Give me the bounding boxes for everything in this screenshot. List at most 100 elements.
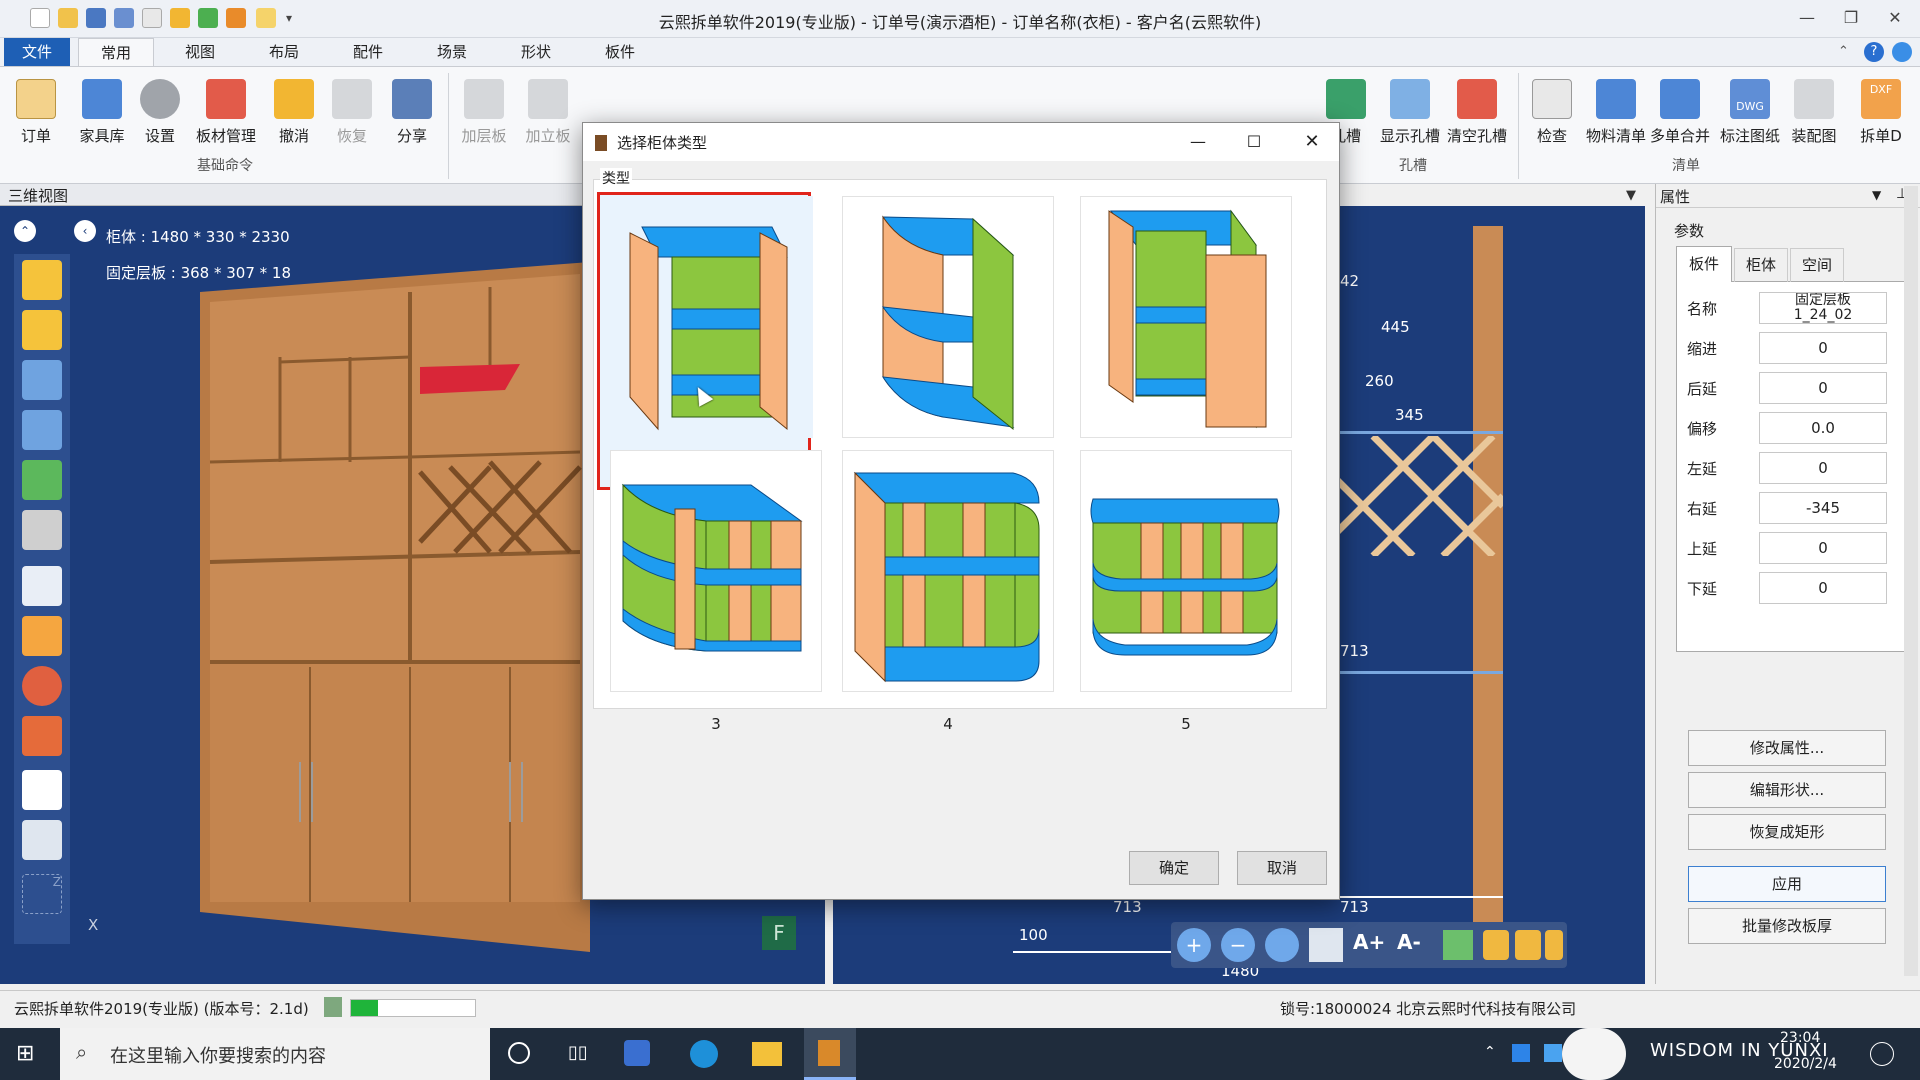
file-explorer-icon[interactable] bbox=[752, 1042, 782, 1066]
apply-button[interactable]: 应用 bbox=[1688, 866, 1886, 902]
windows-start-icon[interactable]: ⊞ bbox=[16, 1042, 40, 1066]
collapse-ribbon-icon[interactable]: ⌃ bbox=[1838, 44, 1849, 59]
restore-rectangle-button[interactable]: 恢复成矩形 bbox=[1688, 814, 1886, 850]
notification-icon[interactable] bbox=[1870, 1042, 1894, 1066]
tab-layout[interactable]: 布局 bbox=[250, 38, 318, 66]
clear-holes-button[interactable]: 清空孔槽 bbox=[1444, 73, 1510, 153]
help-icon[interactable]: ? bbox=[1864, 42, 1884, 62]
dialog-minimize-icon[interactable]: — bbox=[1183, 127, 1213, 157]
prop-row-top-ext: 上延 0 bbox=[1687, 532, 1912, 564]
back-icon[interactable]: ‹ bbox=[74, 220, 96, 242]
cabinet-type-option-0[interactable]: 0 bbox=[597, 192, 813, 490]
taskbar-search[interactable]: ⌕ 在这里输入你要搜索的内容 bbox=[60, 1028, 490, 1080]
edge-icon[interactable] bbox=[690, 1040, 718, 1068]
tab-common[interactable]: 常用 bbox=[78, 38, 154, 66]
mark-drawing-button[interactable]: DWG 标注图纸 bbox=[1718, 73, 1782, 153]
collapse-toolbar-icon[interactable]: ⌃ bbox=[14, 220, 36, 242]
puzzle-add-icon[interactable] bbox=[22, 260, 62, 300]
dialog-maximize-icon[interactable]: ☐ bbox=[1239, 127, 1269, 157]
prop-indent-value[interactable]: 0 bbox=[1759, 332, 1887, 364]
tray-icon[interactable] bbox=[1544, 1044, 1562, 1062]
cabinet-type-option-3[interactable]: 3 bbox=[609, 449, 823, 747]
modify-properties-button[interactable]: 修改属性... bbox=[1688, 730, 1886, 766]
cortana-icon[interactable] bbox=[508, 1042, 530, 1064]
close-icon[interactable]: ✕ bbox=[1880, 6, 1910, 30]
cabinet-type-thumbnail bbox=[1080, 450, 1292, 692]
assembly-button[interactable]: 装配图 bbox=[1784, 73, 1844, 153]
warning-list-icon[interactable] bbox=[22, 566, 62, 606]
task-view-icon[interactable]: ▯▯ bbox=[568, 1042, 588, 1063]
cancel-button[interactable]: 取消 bbox=[1237, 851, 1327, 885]
font-increase-button[interactable]: A+ bbox=[1353, 930, 1385, 954]
axis-cube-icon[interactable]: Z bbox=[22, 874, 62, 914]
recycle-icon[interactable] bbox=[1443, 930, 1473, 960]
add-vertical-board-button[interactable]: 加立板 bbox=[516, 73, 580, 153]
merge-orders-button[interactable]: 多单合并 bbox=[1648, 73, 1712, 153]
zoom-fit-icon[interactable] bbox=[1265, 928, 1299, 962]
batch-modify-thickness-button[interactable]: 批量修改板厚 bbox=[1688, 908, 1886, 944]
share-button[interactable]: 分享 bbox=[386, 73, 438, 153]
edit-shape-button[interactable]: 编辑形状... bbox=[1688, 772, 1886, 808]
app-icon[interactable] bbox=[624, 1040, 650, 1066]
tab-file[interactable]: 文件 bbox=[4, 38, 70, 66]
tab-shape[interactable]: 形状 bbox=[502, 38, 570, 66]
furniture-library-button[interactable]: 家具库 bbox=[70, 73, 134, 153]
bar-chart-icon[interactable] bbox=[22, 716, 62, 756]
check-button[interactable]: 检查 bbox=[1528, 73, 1576, 153]
pie-chart-icon[interactable] bbox=[22, 666, 62, 706]
tab-cabinet[interactable]: 柜体 bbox=[1734, 248, 1788, 282]
prop-offset-value[interactable]: 0.0 bbox=[1759, 412, 1887, 444]
undo-button[interactable]: 撤消 bbox=[268, 73, 320, 153]
tray-arrow-icon[interactable]: ⌃ bbox=[1484, 1044, 1496, 1060]
lock-icon[interactable] bbox=[1483, 930, 1509, 960]
tab-accessories[interactable]: 配件 bbox=[334, 38, 402, 66]
right-scrollbar[interactable] bbox=[1904, 186, 1918, 976]
prop-right-ext-value[interactable]: -345 bbox=[1759, 492, 1887, 524]
puzzle-remove-icon[interactable] bbox=[22, 310, 62, 350]
font-decrease-button[interactable]: A- bbox=[1397, 930, 1421, 954]
cabinet-type-option-4[interactable]: 4 bbox=[841, 449, 1055, 747]
tab-board[interactable]: 板件 bbox=[1676, 246, 1732, 282]
dialog-close-icon[interactable]: ✕ bbox=[1297, 127, 1327, 157]
settings-button[interactable]: 设置 bbox=[134, 73, 186, 153]
material-list-button[interactable]: 物料清单 bbox=[1584, 73, 1648, 153]
tab-space[interactable]: 空间 bbox=[1790, 248, 1844, 282]
board-management-button[interactable]: 板材管理 bbox=[186, 73, 266, 153]
tab-board[interactable]: 板件 bbox=[586, 38, 654, 66]
chat-icon[interactable] bbox=[1892, 42, 1912, 62]
prop-left-ext-value[interactable]: 0 bbox=[1759, 452, 1887, 484]
split-dxf-button[interactable]: DXF 拆单D bbox=[1848, 73, 1914, 153]
checker-icon[interactable] bbox=[22, 770, 62, 810]
prop-back-ext-value[interactable]: 0 bbox=[1759, 372, 1887, 404]
zoom-in-icon[interactable]: + bbox=[1177, 928, 1211, 962]
prop-bottom-ext-value[interactable]: 0 bbox=[1759, 572, 1887, 604]
zoom-out-icon[interactable]: − bbox=[1221, 928, 1255, 962]
tab-view[interactable]: 视图 bbox=[166, 38, 234, 66]
order-button[interactable]: 订单 bbox=[10, 73, 62, 153]
cubes-icon[interactable] bbox=[22, 616, 62, 656]
camera-icon[interactable] bbox=[1309, 928, 1343, 962]
expand-arrows-icon[interactable] bbox=[22, 460, 62, 500]
rotate-icon[interactable] bbox=[22, 360, 62, 400]
panel-menu-icon[interactable]: ▼ bbox=[1872, 188, 1881, 202]
zoom-icon[interactable] bbox=[22, 410, 62, 450]
panel-dropdown-icon[interactable]: ▼ bbox=[1626, 188, 1636, 203]
front-view-badge[interactable]: F bbox=[762, 916, 796, 950]
yunxi-app-taskbar-item[interactable] bbox=[804, 1028, 856, 1080]
glasses-icon[interactable] bbox=[22, 510, 62, 550]
cabinet-type-option-5[interactable]: 5 bbox=[1079, 449, 1293, 747]
cabinet-3d-render[interactable] bbox=[190, 262, 630, 952]
redo-button[interactable]: 恢复 bbox=[326, 73, 378, 153]
lock-icon[interactable] bbox=[1515, 930, 1541, 960]
restore-icon[interactable]: ❐ bbox=[1836, 6, 1866, 30]
unlock-icon[interactable] bbox=[1545, 930, 1563, 960]
minimize-icon[interactable]: — bbox=[1792, 6, 1822, 30]
tab-scene[interactable]: 场景 bbox=[418, 38, 486, 66]
prop-top-ext-value[interactable]: 0 bbox=[1759, 532, 1887, 564]
tray-icon[interactable] bbox=[1512, 1044, 1530, 1062]
camera-icon[interactable] bbox=[22, 820, 62, 860]
prop-name-value[interactable]: 固定层板 1_24_02 bbox=[1759, 292, 1887, 324]
add-layer-board-button[interactable]: 加层板 bbox=[452, 73, 516, 153]
show-holes-button[interactable]: 显示孔槽 bbox=[1378, 73, 1442, 153]
ok-button[interactable]: 确定 bbox=[1129, 851, 1219, 885]
